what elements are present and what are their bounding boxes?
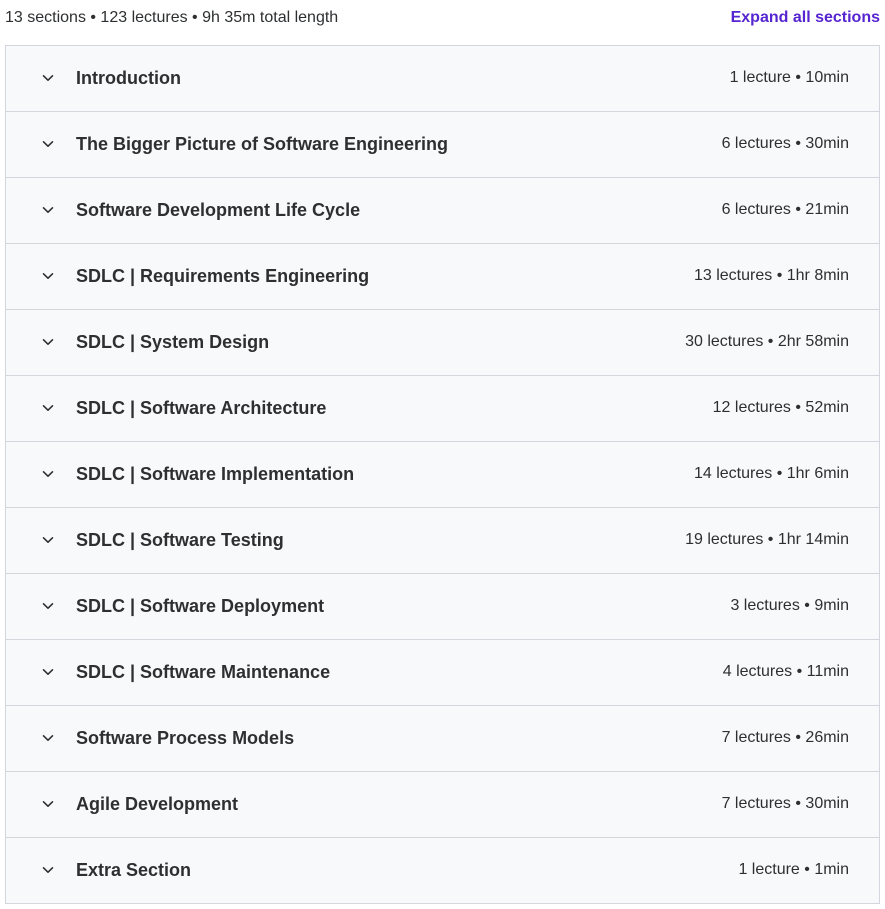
chevron-down-icon[interactable] — [41, 401, 55, 415]
chevron-down-icon[interactable] — [41, 533, 55, 547]
section-row-13[interactable]: Extra Section 1 lecture • 1min — [6, 838, 879, 904]
section-content-summary: 6 lectures • 30min — [721, 135, 849, 152]
section-row-8[interactable]: SDLC | Software Testing 19 lectures • 1h… — [6, 508, 879, 574]
section-content-summary: 6 lectures • 21min — [721, 201, 849, 218]
section-row-11[interactable]: Software Process Models 7 lectures • 26m… — [6, 706, 879, 772]
section-content-summary: 4 lectures • 11min — [722, 663, 849, 680]
chevron-down-icon[interactable] — [41, 599, 55, 613]
chevron-down-icon[interactable] — [41, 797, 55, 811]
curriculum-sections-list: Introduction 1 lecture • 10min The Bigge… — [5, 45, 880, 904]
chevron-down-icon[interactable] — [41, 467, 55, 481]
chevron-down-icon[interactable] — [41, 863, 55, 877]
section-content-summary: 3 lectures • 9min — [730, 597, 849, 614]
section-title: Introduction — [76, 68, 181, 88]
section-row-1[interactable]: Introduction 1 lecture • 10min — [6, 46, 879, 112]
section-row-7[interactable]: SDLC | Software Implementation 14 lectur… — [6, 442, 879, 508]
section-content-summary: 7 lectures • 26min — [721, 729, 849, 746]
chevron-down-icon[interactable] — [41, 203, 55, 217]
chevron-down-icon[interactable] — [41, 665, 55, 679]
section-content-summary: 1 lecture • 10min — [729, 69, 849, 86]
expand-all-sections-button[interactable]: Expand all sections — [731, 9, 880, 27]
section-title: SDLC | Software Architecture — [76, 398, 327, 418]
section-title: The Bigger Picture of Software Engineeri… — [76, 134, 449, 154]
chevron-down-icon[interactable] — [41, 731, 55, 745]
section-content-summary: 7 lectures • 30min — [721, 795, 849, 812]
section-row-2[interactable]: The Bigger Picture of Software Engineeri… — [6, 112, 879, 178]
section-content-summary: 1 lecture • 1min — [738, 861, 849, 878]
section-row-6[interactable]: SDLC | Software Architecture 12 lectures… — [6, 376, 879, 442]
section-content-summary: 12 lectures • 52min — [712, 399, 849, 416]
section-row-9[interactable]: SDLC | Software Deployment 3 lectures • … — [6, 574, 879, 640]
section-content-summary: 30 lectures • 2hr 58min — [685, 333, 849, 350]
section-title: Extra Section — [76, 860, 192, 880]
section-title: SDLC | System Design — [76, 332, 270, 352]
section-title: SDLC | Software Deployment — [76, 596, 325, 616]
section-content-summary: 19 lectures • 1hr 14min — [685, 531, 849, 548]
section-title: SDLC | Software Testing — [76, 530, 284, 550]
section-row-5[interactable]: SDLC | System Design 30 lectures • 2hr 5… — [6, 310, 879, 376]
section-title: SDLC | Software Maintenance — [76, 662, 331, 682]
section-row-3[interactable]: Software Development Life Cycle 6 lectur… — [6, 178, 879, 244]
section-row-4[interactable]: SDLC | Requirements Engineering 13 lectu… — [6, 244, 879, 310]
section-title: SDLC | Software Implementation — [76, 464, 355, 484]
section-title: Software Development Life Cycle — [76, 200, 361, 220]
curriculum-summary: 13 sections • 123 lectures • 9h 35m tota… — [5, 9, 339, 26]
chevron-down-icon[interactable] — [41, 71, 55, 85]
section-content-summary: 13 lectures • 1hr 8min — [693, 267, 849, 284]
section-title: SDLC | Requirements Engineering — [76, 266, 370, 286]
section-title: Software Process Models — [76, 728, 295, 748]
chevron-down-icon[interactable] — [41, 137, 55, 151]
chevron-down-icon[interactable] — [41, 335, 55, 349]
section-title: Agile Development — [76, 794, 239, 814]
curriculum-summary-bar: 13 sections • 123 lectures • 9h 35m tota… — [0, 0, 885, 45]
section-content-summary: 14 lectures • 1hr 6min — [693, 465, 849, 482]
section-row-12[interactable]: Agile Development 7 lectures • 30min — [6, 772, 879, 838]
section-row-10[interactable]: SDLC | Software Maintenance 4 lectures •… — [6, 640, 879, 706]
chevron-down-icon[interactable] — [41, 269, 55, 283]
